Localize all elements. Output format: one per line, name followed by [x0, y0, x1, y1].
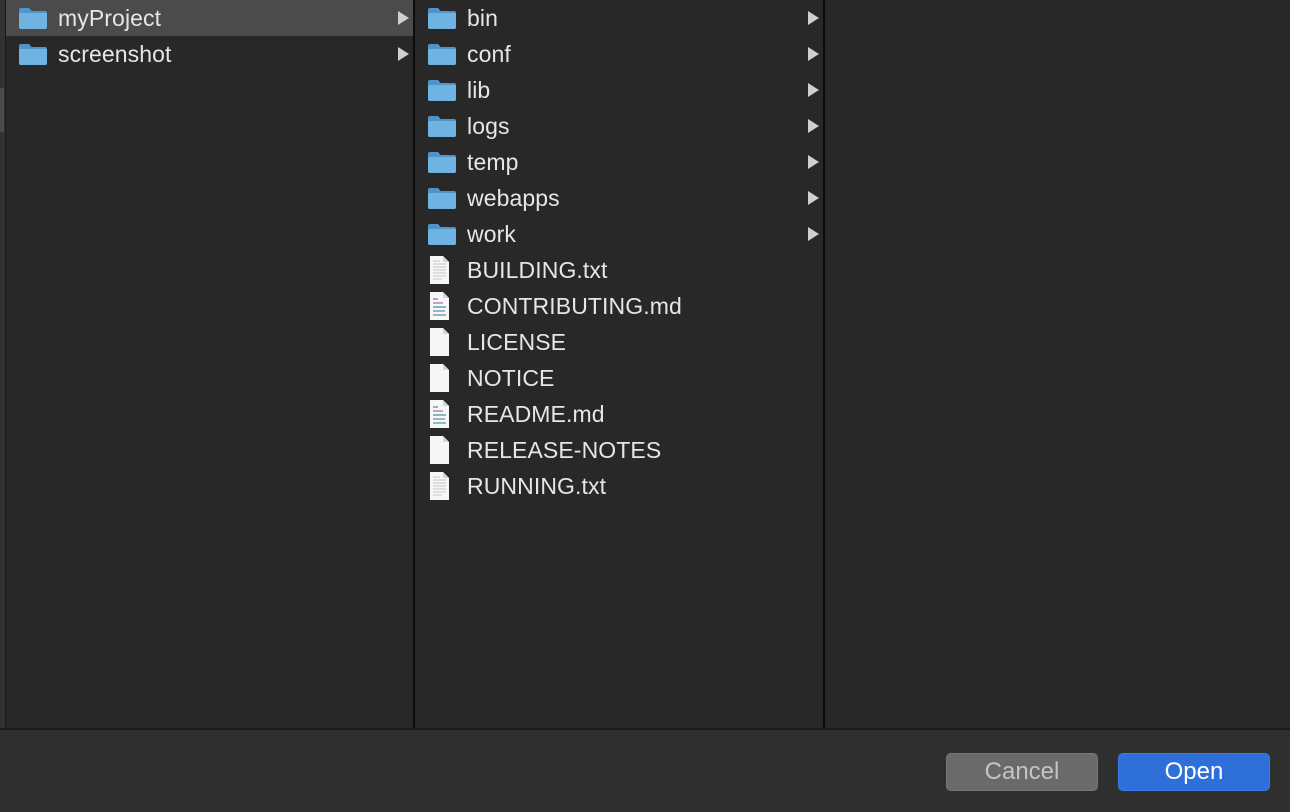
- chevron-right-icon: [808, 83, 819, 97]
- text-file-icon: [427, 256, 459, 284]
- row-label: NOTICE: [467, 364, 555, 391]
- folder-icon: [427, 41, 459, 67]
- blank-file-icon: [427, 436, 459, 464]
- folder-icon: [427, 185, 459, 211]
- chevron-right-icon: [398, 11, 409, 25]
- column-row-work[interactable]: work: [415, 216, 823, 252]
- row-label: bin: [467, 4, 498, 31]
- folder-icon: [427, 77, 459, 103]
- chevron-right-icon: [808, 11, 819, 25]
- markdown-file-icon: [427, 400, 459, 428]
- row-label: conf: [467, 40, 511, 67]
- dialog-footer: Cancel Open: [0, 728, 1290, 812]
- column-row-myproject[interactable]: myProject: [6, 0, 413, 36]
- row-label: RUNNING.txt: [467, 472, 607, 499]
- folder-icon: [427, 221, 459, 247]
- text-file-icon: [427, 472, 459, 500]
- chevron-right-icon: [808, 155, 819, 169]
- row-label: myProject: [58, 4, 162, 31]
- row-label: RELEASE-NOTES: [467, 436, 662, 463]
- column-row-contributing-md[interactable]: CONTRIBUTING.md: [415, 288, 823, 324]
- column-row-bin[interactable]: bin: [415, 0, 823, 36]
- chevron-right-icon: [808, 47, 819, 61]
- column-row-readme-md[interactable]: README.md: [415, 396, 823, 432]
- row-label: logs: [467, 112, 510, 139]
- row-label: webapps: [467, 184, 560, 211]
- row-label: temp: [467, 148, 519, 175]
- row-label: README.md: [467, 400, 605, 427]
- folder-icon: [18, 41, 50, 67]
- folder-icon: [18, 5, 50, 31]
- open-button[interactable]: Open: [1118, 753, 1270, 791]
- blank-file-icon: [427, 364, 459, 392]
- column-row-conf[interactable]: conf: [415, 36, 823, 72]
- folder-icon: [427, 5, 459, 31]
- column-row-building-txt[interactable]: BUILDING.txt: [415, 252, 823, 288]
- column-empty[interactable]: [825, 0, 1290, 728]
- chevron-right-icon: [808, 191, 819, 205]
- column-row-running-txt[interactable]: RUNNING.txt: [415, 468, 823, 504]
- markdown-file-icon: [427, 292, 459, 320]
- row-label: BUILDING.txt: [467, 256, 608, 283]
- row-label: work: [467, 220, 516, 247]
- folder-icon: [427, 149, 459, 175]
- column-row-logs[interactable]: logs: [415, 108, 823, 144]
- row-label: screenshot: [58, 40, 172, 67]
- chevron-right-icon: [808, 119, 819, 133]
- cancel-button[interactable]: Cancel: [946, 753, 1098, 791]
- file-open-dialog: myProject screenshot bin conf lib logs t…: [0, 0, 1290, 812]
- column-row-license[interactable]: LICENSE: [415, 324, 823, 360]
- column-row-screenshot[interactable]: screenshot: [6, 36, 413, 72]
- row-label: lib: [467, 76, 491, 103]
- column-row-webapps[interactable]: webapps: [415, 180, 823, 216]
- chevron-right-icon: [808, 227, 819, 241]
- column-myproject[interactable]: bin conf lib logs temp webapps work BUIL…: [415, 0, 825, 728]
- column-root[interactable]: myProject screenshot: [6, 0, 415, 728]
- column-browser: myProject screenshot bin conf lib logs t…: [0, 0, 1290, 728]
- column-row-release-notes[interactable]: RELEASE-NOTES: [415, 432, 823, 468]
- column-row-notice[interactable]: NOTICE: [415, 360, 823, 396]
- column-row-temp[interactable]: temp: [415, 144, 823, 180]
- chevron-right-icon: [398, 47, 409, 61]
- blank-file-icon: [427, 328, 459, 356]
- folder-icon: [427, 113, 459, 139]
- column-row-lib[interactable]: lib: [415, 72, 823, 108]
- row-label: CONTRIBUTING.md: [467, 292, 682, 319]
- row-label: LICENSE: [467, 328, 567, 355]
